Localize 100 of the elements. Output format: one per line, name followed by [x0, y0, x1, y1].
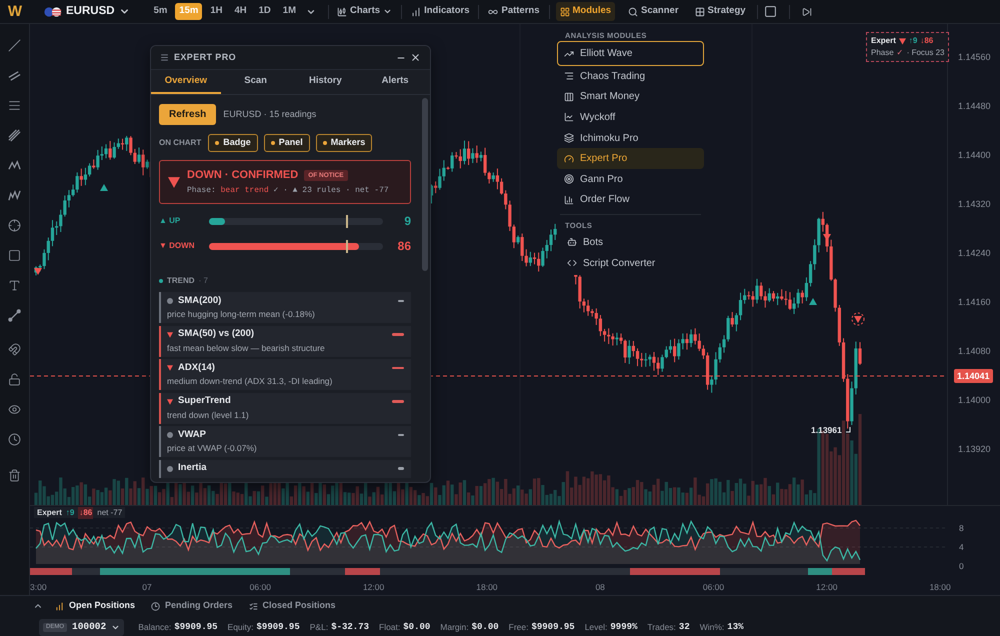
stat-value: $-32.73	[331, 620, 369, 634]
stat-label: Float:	[379, 621, 400, 634]
positions-tab[interactable]: Pending Orders	[151, 599, 233, 613]
down-count: ↓86	[920, 35, 934, 47]
time-label: 18:00	[476, 582, 498, 592]
positions-tab[interactable]: Open Positions	[55, 599, 136, 613]
time-label: 08	[595, 582, 605, 592]
score-label: ▲ UP	[159, 215, 182, 227]
crosshair-icon[interactable]	[8, 219, 21, 232]
positions-tab[interactable]: Closed Positions	[248, 599, 336, 613]
panel-tab[interactable]: Alerts	[360, 70, 430, 94]
signal-bar-icon	[398, 300, 404, 302]
text-icon[interactable]	[8, 279, 21, 292]
current-price-tag: 1.14041	[954, 369, 993, 383]
skip-forward-icon[interactable]	[802, 6, 812, 16]
price-label: 1.14400	[958, 150, 991, 161]
menu-item[interactable]: Smart Money	[557, 86, 704, 108]
triangle-icon	[167, 365, 173, 371]
line-segment-icon[interactable]	[8, 309, 21, 322]
time-label: 3:00	[30, 582, 47, 592]
gauge-icon	[564, 154, 574, 164]
on-chart-label: ON CHART	[159, 137, 202, 149]
nav-menu-button[interactable]: Indicators	[408, 2, 472, 21]
menu-item[interactable]: Chaos Trading	[557, 66, 704, 87]
parallel-lines-icon[interactable]	[8, 69, 21, 82]
stat-value: 9999%	[610, 620, 638, 634]
rule-name: ADX(14)	[178, 360, 215, 375]
section-title: TREND	[167, 275, 195, 287]
section-count: · 7	[198, 275, 208, 287]
triangle-icon	[167, 398, 173, 404]
refresh-button[interactable]: Refresh	[159, 104, 216, 125]
nav-menu-button[interactable]: Modules	[556, 2, 616, 21]
stat-value: 32	[678, 620, 690, 634]
nav-menu-button[interactable]: Strategy	[692, 2, 749, 21]
timeframe-button[interactable]: 5m	[150, 3, 172, 20]
menu-item[interactable]: Expert Pro	[557, 148, 704, 169]
candlestick-icon	[336, 6, 347, 16]
stat-label: P&L:	[310, 621, 328, 634]
time-label: 12:00	[816, 582, 838, 592]
time-label: 06:00	[250, 582, 271, 592]
close-icon[interactable]	[410, 52, 421, 63]
rule-description: trend down (level 1.1)	[167, 410, 250, 420]
timeframe-button[interactable]: 1M	[278, 3, 300, 20]
horizontal-lines-icon[interactable]	[8, 99, 21, 112]
line-chart-icon	[564, 112, 574, 122]
menu-item[interactable]: Elliott Wave	[557, 41, 704, 66]
wave-icon[interactable]	[8, 189, 21, 202]
code-icon	[567, 258, 577, 268]
square-icon[interactable]	[764, 5, 777, 18]
panel-tab[interactable]: Scan	[220, 70, 290, 94]
menu-item[interactable]: Ichimoku Pro	[557, 128, 704, 148]
rule-name: Inertia	[178, 461, 207, 476]
target-icon	[564, 174, 574, 184]
price-label: 1.14560	[958, 52, 991, 62]
stat-label: Free:	[508, 621, 528, 634]
nav-menu-button[interactable]: Scanner	[625, 2, 682, 21]
rule-description: price at VWAP (-0.07%)	[167, 443, 258, 454]
nav-menu-button[interactable]: Patterns	[485, 2, 542, 21]
symbol-selector[interactable]: EURUSD	[43, 2, 131, 22]
toggle-chip[interactable]: Badge	[208, 134, 258, 152]
menu-item[interactable]: Wyckoff	[557, 107, 704, 128]
bar-chart-icon	[564, 194, 574, 205]
logo[interactable]: W	[8, 4, 22, 19]
flag-icon	[44, 6, 62, 16]
clock-icon[interactable]	[8, 433, 21, 446]
rule-name: SMA(200)	[178, 294, 222, 308]
menu-item[interactable]: Script Converter	[560, 252, 701, 274]
scrollbar[interactable]	[422, 98, 428, 271]
grip-icon[interactable]	[160, 53, 169, 62]
timeframe-button[interactable]: 1D	[254, 3, 275, 20]
eye-icon[interactable]	[8, 403, 21, 416]
menu-item[interactable]: Bots	[560, 232, 701, 253]
low-price-label: 1.13961	[811, 425, 842, 435]
clock-icon	[151, 602, 160, 610]
menu-item[interactable]: Order Flow	[557, 190, 704, 210]
toggle-chip[interactable]: Markers	[316, 134, 372, 152]
triangle-icon	[168, 176, 180, 188]
timeframe-button[interactable]: 1H	[206, 3, 226, 20]
axis-label: 0	[959, 561, 964, 571]
panel-tab[interactable]: History	[290, 70, 360, 94]
diagonal-lines-icon[interactable]	[8, 129, 21, 142]
panel-tab[interactable]: Overview	[151, 70, 221, 94]
price-label: 1.14000	[958, 395, 991, 406]
trash-icon[interactable]	[8, 469, 21, 482]
magnet-icon[interactable]	[8, 343, 21, 356]
zigzag-icon[interactable]	[8, 159, 21, 172]
timeframe-button[interactable]: 4H	[230, 3, 251, 20]
grid-icon	[560, 6, 570, 16]
bar-chart-icon	[55, 602, 64, 610]
phase-label: Phase	[871, 47, 894, 59]
nav-menu-button[interactable]: Charts	[334, 2, 396, 21]
lock-icon[interactable]	[8, 373, 21, 386]
square-icon[interactable]	[8, 249, 21, 262]
menu-item[interactable]: Gann Pro	[557, 168, 704, 190]
time-label: 18:00	[929, 582, 951, 592]
price-label: 1.14080	[958, 346, 991, 358]
toggle-chip[interactable]: Panel	[264, 134, 310, 152]
panel-title: EXPERT PRO	[174, 50, 236, 64]
time-label: 06:00	[702, 582, 724, 592]
line-icon[interactable]	[8, 39, 21, 52]
